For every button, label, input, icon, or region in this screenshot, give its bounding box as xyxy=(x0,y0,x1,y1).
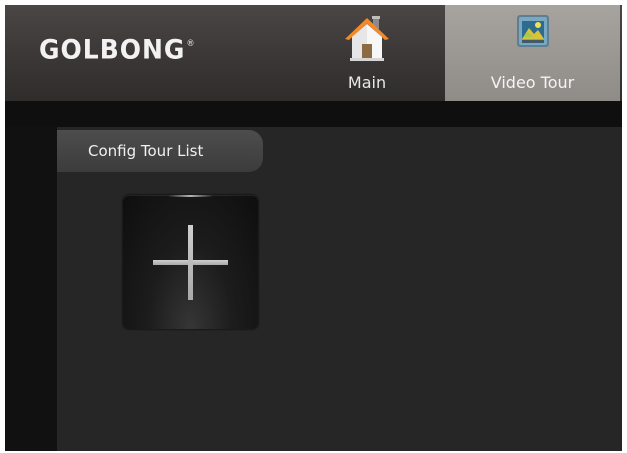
app-window: GOLBONG® Main Video Tour Config Tour Lis… xyxy=(5,5,622,451)
panel-header-tab: Config Tour List xyxy=(57,130,263,172)
panel-title: Config Tour List xyxy=(88,142,204,160)
add-tour-button[interactable] xyxy=(123,195,258,329)
home-icon xyxy=(342,13,392,65)
tab-main-label: Main xyxy=(347,73,387,92)
tab-video-tour-label: Video Tour xyxy=(490,73,575,92)
tab-video-tour[interactable]: Video Tour xyxy=(445,5,620,101)
registered-mark: ® xyxy=(186,38,196,48)
button-highlight xyxy=(168,195,213,197)
toolbar-divider xyxy=(5,101,622,127)
left-sidebar-strip xyxy=(5,127,57,451)
brand-logo: GOLBONG® xyxy=(39,34,195,64)
brand-logo-text: GOLBONG xyxy=(39,34,186,65)
tab-main[interactable]: Main xyxy=(307,5,427,101)
top-navigation-bar: GOLBONG® Main Video Tour xyxy=(5,5,622,101)
video-tour-icon xyxy=(516,14,550,48)
plus-icon xyxy=(153,225,228,300)
